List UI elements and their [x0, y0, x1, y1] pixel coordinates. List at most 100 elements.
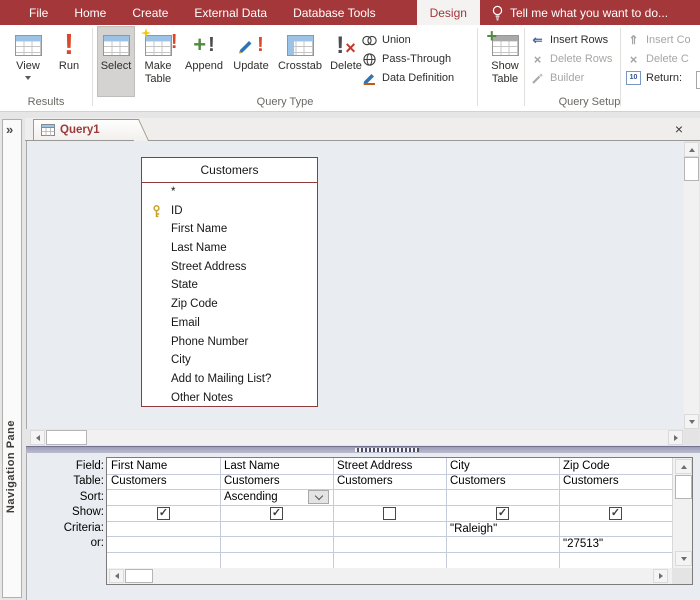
return-value-combobox[interactable]	[696, 71, 700, 89]
grid-cell-field[interactable]: First Name	[107, 459, 220, 474]
crosstab-query-button[interactable]: Crosstab	[275, 28, 325, 92]
data-definition-icon	[363, 73, 375, 85]
union-button[interactable]: Union	[362, 31, 474, 49]
design-vertical-scrollbar[interactable]	[684, 142, 699, 429]
delete-columns-icon: ×	[629, 51, 638, 67]
insert-rows-button[interactable]: ⇐ Insert Rows	[530, 31, 616, 49]
query-design-surface: Customers * ID First Name Last Name Stre…	[26, 141, 684, 429]
run-button[interactable]: ! Run	[52, 28, 86, 92]
return-top-values[interactable]: 10 Return:	[626, 69, 700, 87]
scrollbar-corner	[684, 430, 699, 445]
grid-cell-field[interactable]: City	[446, 459, 559, 474]
scroll-up-icon[interactable]	[675, 459, 692, 474]
tab-file[interactable]: File	[16, 0, 61, 25]
tab-external-data[interactable]: External Data	[181, 0, 280, 25]
grid-cell-field[interactable]: Street Address	[333, 459, 446, 474]
delete-query-button[interactable]: ! × Delete	[327, 28, 365, 92]
show-checkbox[interactable]: ✓	[496, 507, 509, 520]
scrollbar-thumb[interactable]	[675, 475, 692, 499]
data-definition-button[interactable]: Data Definition	[362, 69, 474, 87]
grid-cell-table[interactable]: Customers	[220, 474, 333, 489]
design-horizontal-scrollbar[interactable]	[30, 430, 683, 445]
results-group-label: Results	[27, 96, 65, 108]
field-list-customers[interactable]: Customers * ID First Name Last Name Stre…	[141, 157, 318, 407]
make-table-icon	[144, 34, 172, 56]
field-item[interactable]: Email	[142, 314, 317, 333]
expand-nav-pane-icon[interactable]: »	[6, 122, 13, 137]
close-document-icon[interactable]: ×	[670, 120, 688, 138]
delete-rows-button[interactable]: × Delete Rows	[530, 50, 616, 68]
scroll-right-icon[interactable]	[653, 569, 668, 583]
ribbon-separator	[477, 28, 478, 106]
grid-cell-criteria[interactable]: "Raleigh"	[446, 522, 559, 537]
field-item[interactable]: Street Address	[142, 258, 317, 277]
field-item-star[interactable]: *	[142, 183, 317, 202]
ribbon-separator	[620, 28, 621, 106]
scroll-down-icon[interactable]	[675, 551, 692, 566]
field-item[interactable]: Last Name	[142, 239, 317, 258]
select-query-button[interactable]: Select	[97, 26, 135, 97]
lightbulb-icon	[492, 5, 503, 20]
make-table-button[interactable]: ! Make Table	[137, 28, 179, 92]
scroll-left-icon[interactable]	[109, 569, 124, 583]
scroll-up-icon[interactable]	[684, 142, 699, 157]
scroll-down-icon[interactable]	[684, 414, 699, 429]
show-table-button[interactable]: + Show Table	[483, 26, 527, 92]
splitter-grip-icon[interactable]	[355, 448, 419, 452]
navigation-pane-collapsed[interactable]: » Navigation Pane	[2, 119, 22, 598]
tab-database-tools[interactable]: Database Tools	[280, 0, 389, 25]
grid-cell-table[interactable]: Customers	[107, 474, 220, 489]
show-checkbox[interactable]: ✓	[609, 507, 622, 520]
grid-cell-table[interactable]: Customers	[446, 474, 559, 489]
field-list-title[interactable]: Customers	[142, 158, 317, 183]
scrollbar-thumb[interactable]	[684, 157, 699, 181]
field-item[interactable]: Other Notes	[142, 389, 317, 408]
append-query-button[interactable]: + ! Append	[181, 28, 227, 92]
query-grid-pane: Field: Table: Sort: Show: Criteria: or: …	[26, 453, 700, 600]
ribbon-separator	[524, 28, 525, 106]
scrollbar-thumb[interactable]	[46, 430, 87, 445]
grid-cell-table[interactable]: Customers	[559, 474, 672, 489]
grid-cell-or[interactable]: "27513"	[559, 537, 672, 552]
update-query-button[interactable]: ! Update	[229, 28, 273, 92]
tab-home[interactable]: Home	[61, 0, 119, 25]
builder-button[interactable]: Builder	[530, 69, 616, 87]
grid-cell-field[interactable]: Last Name	[220, 459, 333, 474]
show-checkbox[interactable]: ✓	[157, 507, 170, 520]
grid-vertical-scrollbar[interactable]	[672, 458, 692, 568]
view-button[interactable]: View	[8, 28, 48, 92]
sort-dropdown-button[interactable]	[308, 490, 329, 504]
field-item-id[interactable]: ID	[142, 202, 317, 221]
field-item[interactable]: Add to Mailing List?	[142, 370, 317, 389]
field-item[interactable]: City	[142, 351, 317, 370]
scroll-left-icon[interactable]	[30, 430, 45, 445]
field-item[interactable]: Zip Code	[142, 295, 317, 314]
grid-cell-table[interactable]: Customers	[333, 474, 446, 489]
document-tab-label: Query1	[60, 124, 100, 136]
grid-row-label-criteria: Criteria:	[63, 522, 104, 534]
tell-me-box[interactable]: Tell me what you want to do...	[480, 0, 680, 25]
delete-rows-icon: ×	[533, 51, 542, 67]
pass-through-button[interactable]: Pass-Through	[362, 50, 474, 68]
show-checkbox[interactable]	[383, 507, 396, 520]
field-item[interactable]: State	[142, 276, 317, 295]
delete-columns-button[interactable]: × Delete C	[626, 50, 700, 68]
insert-columns-button[interactable]: ⇑ Insert Co	[626, 31, 700, 49]
grid-horizontal-scrollbar[interactable]	[107, 568, 672, 584]
scroll-right-icon[interactable]	[668, 430, 683, 445]
select-query-icon	[102, 34, 130, 56]
scrollbar-thumb[interactable]	[125, 569, 153, 583]
field-item[interactable]: First Name	[142, 220, 317, 239]
grid-cell-sort[interactable]: Ascending	[220, 490, 310, 505]
pane-splitter[interactable]	[26, 446, 700, 453]
update-pencil-icon	[239, 41, 252, 54]
document-tab-query1[interactable]: Query1	[33, 119, 150, 141]
tab-design[interactable]: Design	[416, 0, 480, 25]
tab-create[interactable]: Create	[119, 0, 181, 25]
delete-x-icon: ×	[345, 37, 356, 58]
grid-cell-field[interactable]: Zip Code	[559, 459, 672, 474]
ribbon: View ! Run Select ! Make Table + ! Appen…	[0, 25, 700, 112]
tell-me-label: Tell me what you want to do...	[509, 5, 669, 20]
show-checkbox[interactable]: ✓	[270, 507, 283, 520]
field-item[interactable]: Phone Number	[142, 333, 317, 352]
